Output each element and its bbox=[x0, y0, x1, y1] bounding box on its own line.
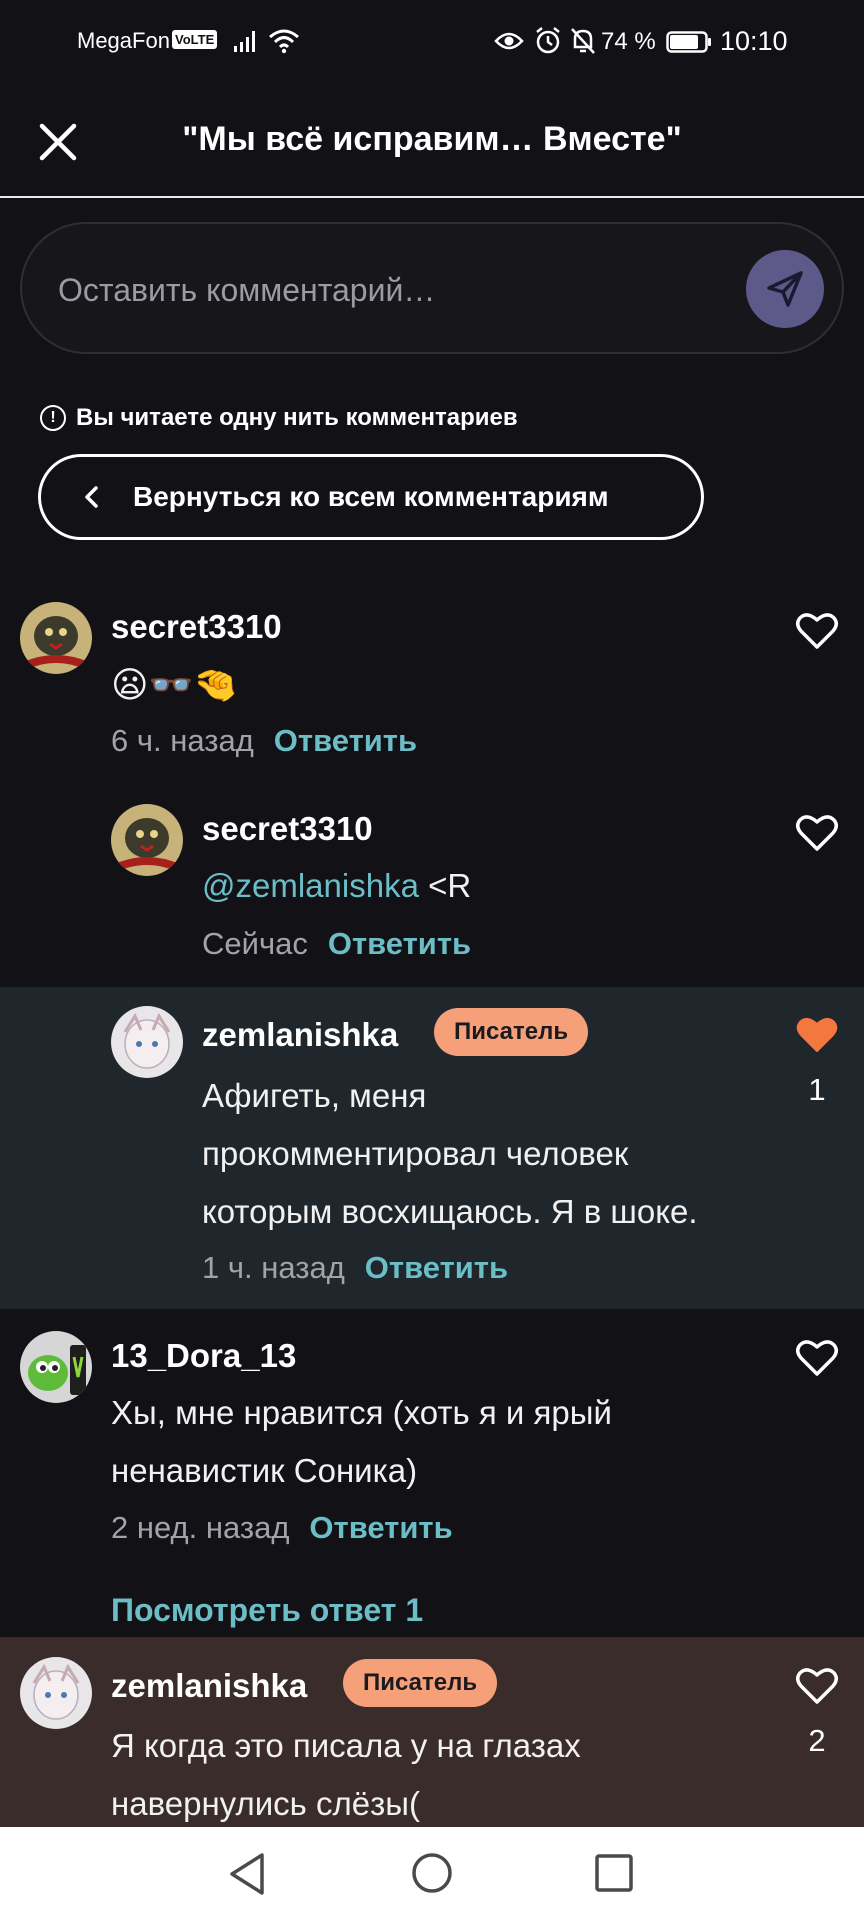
reply-button[interactable]: Ответить bbox=[274, 723, 417, 759]
comment-text: @zemlanishka <R bbox=[202, 857, 471, 915]
system-nav-bar bbox=[0, 1827, 864, 1920]
mention-link[interactable]: @zemlanishka bbox=[202, 867, 419, 904]
home-nav-icon[interactable] bbox=[410, 1851, 454, 1895]
close-icon[interactable] bbox=[34, 118, 82, 166]
clock: 10:10 bbox=[720, 26, 788, 56]
like-count: 2 bbox=[808, 1723, 826, 1758]
heart-icon[interactable] bbox=[795, 1338, 839, 1378]
reply-button[interactable]: Ответить bbox=[365, 1250, 508, 1286]
writer-badge: Писатель bbox=[434, 1008, 589, 1056]
comment-meta: 1 ч. назад Ответить bbox=[202, 1250, 508, 1286]
comment-username[interactable]: secret3310 bbox=[111, 608, 282, 646]
mute-icon bbox=[571, 28, 595, 54]
avatar[interactable] bbox=[20, 1657, 92, 1729]
heart-icon[interactable] bbox=[795, 813, 839, 853]
comment-time: 2 нед. назад bbox=[111, 1510, 290, 1545]
comment-text-line: навернулись слёзы( bbox=[111, 1785, 420, 1822]
avatar[interactable] bbox=[20, 602, 92, 674]
comment-username[interactable]: zemlanishka bbox=[202, 1016, 398, 1054]
comment-text-body: <R bbox=[418, 867, 472, 904]
view-replies-link[interactable]: Посмотреть ответ 1 bbox=[111, 1592, 423, 1629]
reply-button[interactable]: Ответить bbox=[309, 1510, 452, 1546]
signal-icon bbox=[234, 31, 255, 52]
heart-filled-icon[interactable] bbox=[795, 1015, 839, 1055]
comment-text: 😦👓🤏 bbox=[111, 664, 239, 705]
reply-button[interactable]: Ответить bbox=[328, 926, 471, 962]
info-icon: ! bbox=[40, 405, 66, 431]
avatar[interactable] bbox=[111, 804, 183, 876]
avatar[interactable] bbox=[111, 1006, 183, 1078]
avatar[interactable] bbox=[20, 1331, 92, 1403]
comment-text-line: Я когда это писала у на глазах bbox=[111, 1727, 581, 1764]
comment-meta: Сейчас Ответить bbox=[202, 926, 471, 962]
header: "Мы всё исправим… Вместе" bbox=[0, 90, 864, 198]
comment-username[interactable]: 13_Dora_13 bbox=[111, 1337, 296, 1375]
carrier-label: MegaFon bbox=[77, 28, 170, 53]
comment-text-line: Афигеть, меня bbox=[202, 1077, 427, 1114]
comment-time: Сейчас bbox=[202, 926, 308, 961]
comment-text-line: Хы, мне нравится (хоть я и ярый bbox=[111, 1394, 612, 1431]
writer-badge: Писатель bbox=[343, 1659, 498, 1707]
comment-username[interactable]: zemlanishka bbox=[111, 1667, 307, 1705]
status-bar: MegaFon VoLTE 74 % 10:10 bbox=[0, 0, 864, 90]
back-nav-icon[interactable] bbox=[226, 1851, 268, 1897]
like-count: 1 bbox=[808, 1072, 826, 1107]
back-to-all-comments-button[interactable]: Вернуться ко всем комментариям bbox=[38, 454, 704, 540]
comment-text-line: ненавистик Соника) bbox=[111, 1452, 418, 1489]
thread-notice-text: Вы читаете одну нить комментариев bbox=[76, 404, 518, 431]
comment-time: 6 ч. назад bbox=[111, 723, 254, 758]
wifi-icon bbox=[269, 29, 299, 54]
volte-badge: VoLTE bbox=[172, 30, 218, 49]
thread-notice: ! Вы читаете одну нить комментариев bbox=[40, 404, 518, 432]
heart-icon[interactable] bbox=[795, 611, 839, 651]
comment-text-line: которым восхищаюсь. Я в шоке. bbox=[202, 1193, 698, 1230]
alarm-icon bbox=[536, 27, 560, 54]
comment-input[interactable] bbox=[58, 262, 718, 318]
battery-icon bbox=[666, 31, 711, 53]
send-icon bbox=[767, 271, 803, 307]
chevron-left-icon bbox=[85, 486, 98, 508]
battery-percent: 74 % bbox=[601, 28, 656, 55]
comment-username[interactable]: secret3310 bbox=[202, 810, 373, 848]
page-title: "Мы всё исправим… Вместе" bbox=[182, 120, 682, 158]
heart-icon[interactable] bbox=[795, 1666, 839, 1706]
comment-text: Афигеть, меня прокомментировал человек к… bbox=[202, 1067, 698, 1241]
eye-icon bbox=[494, 32, 524, 50]
comment-meta: 2 нед. назад Ответить bbox=[111, 1510, 453, 1546]
send-button[interactable] bbox=[746, 250, 824, 328]
comment-text-line: прокомментировал человек bbox=[202, 1135, 629, 1172]
back-button-label: Вернуться ко всем комментариям bbox=[133, 481, 609, 512]
comment-text: Я когда это писала у на глазах навернули… bbox=[111, 1717, 581, 1833]
comment-meta: 6 ч. назад Ответить bbox=[111, 723, 417, 759]
comment-composer bbox=[20, 222, 844, 354]
comment-time: 1 ч. назад bbox=[202, 1250, 345, 1285]
comment-text: Хы, мне нравится (хоть я и ярый ненавист… bbox=[111, 1384, 612, 1500]
recents-nav-icon[interactable] bbox=[594, 1853, 634, 1893]
